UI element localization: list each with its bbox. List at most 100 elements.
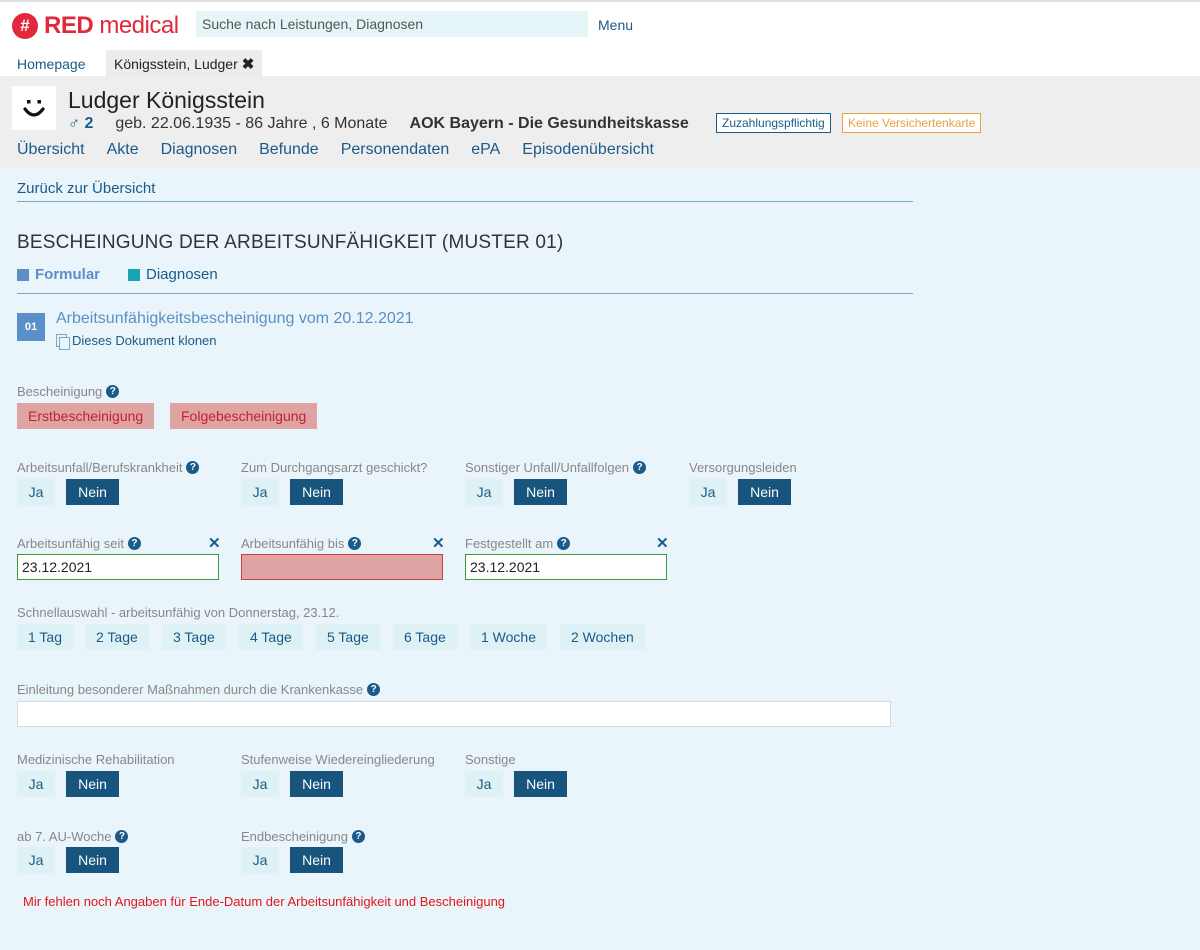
festgestellt-label: Festgestellt am ? bbox=[465, 536, 571, 551]
clear-au-seit-icon[interactable]: ✕ bbox=[208, 534, 221, 552]
schnellauswahl-label: Schnellauswahl - arbeitsunfähig von Donn… bbox=[17, 605, 340, 620]
quick-2-wochen-button[interactable]: 2 Wochen bbox=[560, 624, 645, 650]
wiedereingliederung-ja-button[interactable]: Ja bbox=[241, 771, 279, 797]
nav-personendaten[interactable]: Personendaten bbox=[341, 141, 450, 159]
clone-label: Dieses Dokument klonen bbox=[72, 333, 217, 348]
reha-ja-button[interactable]: Ja bbox=[17, 771, 55, 797]
patient-nav: Übersicht Akte Diagnosen Befunde Persone… bbox=[17, 141, 654, 159]
durchgangsarzt-label: Zum Durchgangsarzt geschickt? bbox=[241, 460, 428, 475]
close-tab-icon[interactable]: ✖ bbox=[242, 55, 255, 73]
sonstige-ja-button[interactable]: Ja bbox=[465, 771, 503, 797]
patient-meta: ♂ 2 geb. 22.06.1935 - 86 Jahre , 6 Monat… bbox=[68, 115, 689, 133]
smiley-face-icon bbox=[23, 100, 45, 117]
au-bis-label-text: Arbeitsunfähig bis bbox=[241, 536, 345, 551]
folgebescheinigung-button[interactable]: Folgebescheinigung bbox=[170, 403, 318, 429]
help-icon[interactable]: ? bbox=[351, 830, 365, 843]
durchgangsarzt-nein-button[interactable]: Nein bbox=[290, 479, 343, 505]
sonstiger-unfall-label-text: Sonstiger Unfall/Unfallfolgen bbox=[465, 460, 630, 475]
versorgungsleiden-nein-button[interactable]: Nein bbox=[738, 479, 791, 505]
divider bbox=[17, 201, 913, 202]
tab-diagnosen[interactable]: Diagnosen bbox=[128, 266, 218, 283]
nav-befunde[interactable]: Befunde bbox=[259, 141, 319, 159]
wiedereingliederung-label: Stufenweise Wiedereingliederung bbox=[241, 752, 435, 767]
endbescheinigung-nein-button[interactable]: Nein bbox=[290, 847, 343, 873]
quick-6-tage-button[interactable]: 6 Tage bbox=[393, 624, 457, 650]
reha-nein-button[interactable]: Nein bbox=[66, 771, 119, 797]
erstbescheinigung-button[interactable]: Erstbescheinigung bbox=[17, 403, 155, 429]
quick-4-tage-button[interactable]: 4 Tage bbox=[239, 624, 303, 650]
clear-festgestellt-icon[interactable]: ✕ bbox=[656, 534, 669, 552]
help-icon[interactable]: ? bbox=[127, 537, 141, 550]
copay-badge[interactable]: Zuzahlungspflichtig bbox=[716, 113, 831, 133]
festgestellt-label-text: Festgestellt am bbox=[465, 536, 554, 551]
au-seit-label: Arbeitsunfähig seit ? bbox=[17, 536, 141, 551]
bescheinigung-label-text: Bescheinigung bbox=[17, 384, 103, 399]
quick-5-tage-button[interactable]: 5 Tage bbox=[316, 624, 380, 650]
au-woche-label: ab 7. AU-Woche ? bbox=[17, 829, 129, 844]
sonstige-nein-button[interactable]: Nein bbox=[514, 771, 567, 797]
quick-1-tag-button[interactable]: 1 Tag bbox=[17, 624, 73, 650]
help-icon[interactable]: ? bbox=[633, 461, 647, 474]
help-icon[interactable]: ? bbox=[367, 683, 381, 696]
search-input[interactable] bbox=[196, 11, 588, 37]
krankenkasse-label-text: Einleitung besonderer Maßnahmen durch di… bbox=[17, 682, 364, 697]
document-title[interactable]: Arbeitsunfähigkeitsbescheinigung vom 20.… bbox=[56, 310, 414, 328]
quick-3-tage-button[interactable]: 3 Tage bbox=[162, 624, 226, 650]
sonstiger-unfall-ja-button[interactable]: Ja bbox=[465, 479, 503, 505]
back-link[interactable]: Zurück zur Übersicht bbox=[17, 180, 155, 197]
subtab-divider bbox=[17, 293, 913, 294]
arbeitsunfall-label: Arbeitsunfall/Berufskrankheit ? bbox=[17, 460, 200, 475]
copy-icon bbox=[56, 334, 70, 350]
formular-icon bbox=[17, 268, 29, 281]
durchgangsarzt-ja-button[interactable]: Ja bbox=[241, 479, 279, 505]
endbescheinigung-label-text: Endbescheinigung bbox=[241, 829, 348, 844]
au-bis-input[interactable] bbox=[241, 554, 443, 580]
au-bis-label: Arbeitsunfähig bis ? bbox=[241, 536, 362, 551]
arbeitsunfall-ja-button[interactable]: Ja bbox=[17, 479, 55, 505]
arbeitsunfall-nein-button[interactable]: Nein bbox=[66, 479, 119, 505]
logo-rest: medical bbox=[93, 12, 179, 39]
help-icon[interactable]: ? bbox=[186, 461, 200, 474]
help-icon[interactable]: ? bbox=[348, 537, 362, 550]
nav-episodenuebersicht[interactable]: Episodenübersicht bbox=[522, 141, 654, 159]
endbescheinigung-ja-button[interactable]: Ja bbox=[241, 847, 279, 873]
tab-patient[interactable]: Königsstein, Ludger ✖ bbox=[106, 50, 263, 78]
insurer: AOK Bayern - Die Gesundheitskasse bbox=[409, 115, 689, 132]
birth-date: geb. 22.06.1935 - 86 Jahre , 6 Monate bbox=[115, 115, 388, 132]
help-icon[interactable]: ? bbox=[115, 830, 129, 843]
clone-document-link[interactable]: Dieses Dokument klonen bbox=[56, 333, 217, 350]
patient-header: Ludger Königsstein ♂ 2 geb. 22.06.1935 -… bbox=[0, 76, 1200, 168]
wiedereingliederung-nein-button[interactable]: Nein bbox=[290, 771, 343, 797]
document-number-badge: 01 bbox=[17, 313, 45, 341]
versorgungsleiden-ja-button[interactable]: Ja bbox=[689, 479, 727, 505]
help-icon[interactable]: ? bbox=[557, 537, 571, 550]
clear-au-bis-icon[interactable]: ✕ bbox=[432, 534, 445, 552]
tab-formular[interactable]: Formular bbox=[17, 266, 100, 283]
sonstiger-unfall-nein-button[interactable]: Nein bbox=[514, 479, 567, 505]
logo[interactable]: # RED medical bbox=[12, 12, 179, 40]
no-card-badge[interactable]: Keine Versichertenkarte bbox=[842, 113, 982, 133]
quick-1-woche-button[interactable]: 1 Woche bbox=[470, 624, 547, 650]
versorgungsleiden-label: Versorgungsleiden bbox=[689, 460, 797, 475]
krankenkasse-input[interactable] bbox=[17, 701, 891, 727]
au-woche-nein-button[interactable]: Nein bbox=[66, 847, 119, 873]
endbescheinigung-label: Endbescheinigung ? bbox=[241, 829, 365, 844]
logo-icon: # bbox=[12, 13, 38, 39]
help-icon[interactable]: ? bbox=[106, 385, 120, 398]
quick-2-tage-button[interactable]: 2 Tage bbox=[85, 624, 149, 650]
gender-badge: ♂ 2 bbox=[68, 115, 94, 132]
tab-homepage[interactable]: Homepage bbox=[17, 56, 86, 72]
nav-diagnosen[interactable]: Diagnosen bbox=[161, 141, 238, 159]
au-woche-ja-button[interactable]: Ja bbox=[17, 847, 55, 873]
nav-epa[interactable]: ePA bbox=[471, 141, 500, 159]
diagnosen-icon bbox=[128, 268, 140, 281]
validation-error-message: Mir fehlen noch Angaben für Ende-Datum d… bbox=[23, 894, 506, 909]
nav-uebersicht[interactable]: Übersicht bbox=[17, 141, 85, 159]
festgestellt-input[interactable]: 23.12.2021 bbox=[465, 554, 667, 580]
au-seit-input[interactable]: 23.12.2021 bbox=[17, 554, 219, 580]
logo-bold: RED bbox=[44, 12, 94, 39]
menu-link[interactable]: Menu bbox=[598, 17, 633, 33]
tab-diagnosen-label: Diagnosen bbox=[146, 266, 218, 283]
nav-akte[interactable]: Akte bbox=[107, 141, 139, 159]
arbeitsunfall-label-text: Arbeitsunfall/Berufskrankheit bbox=[17, 460, 183, 475]
